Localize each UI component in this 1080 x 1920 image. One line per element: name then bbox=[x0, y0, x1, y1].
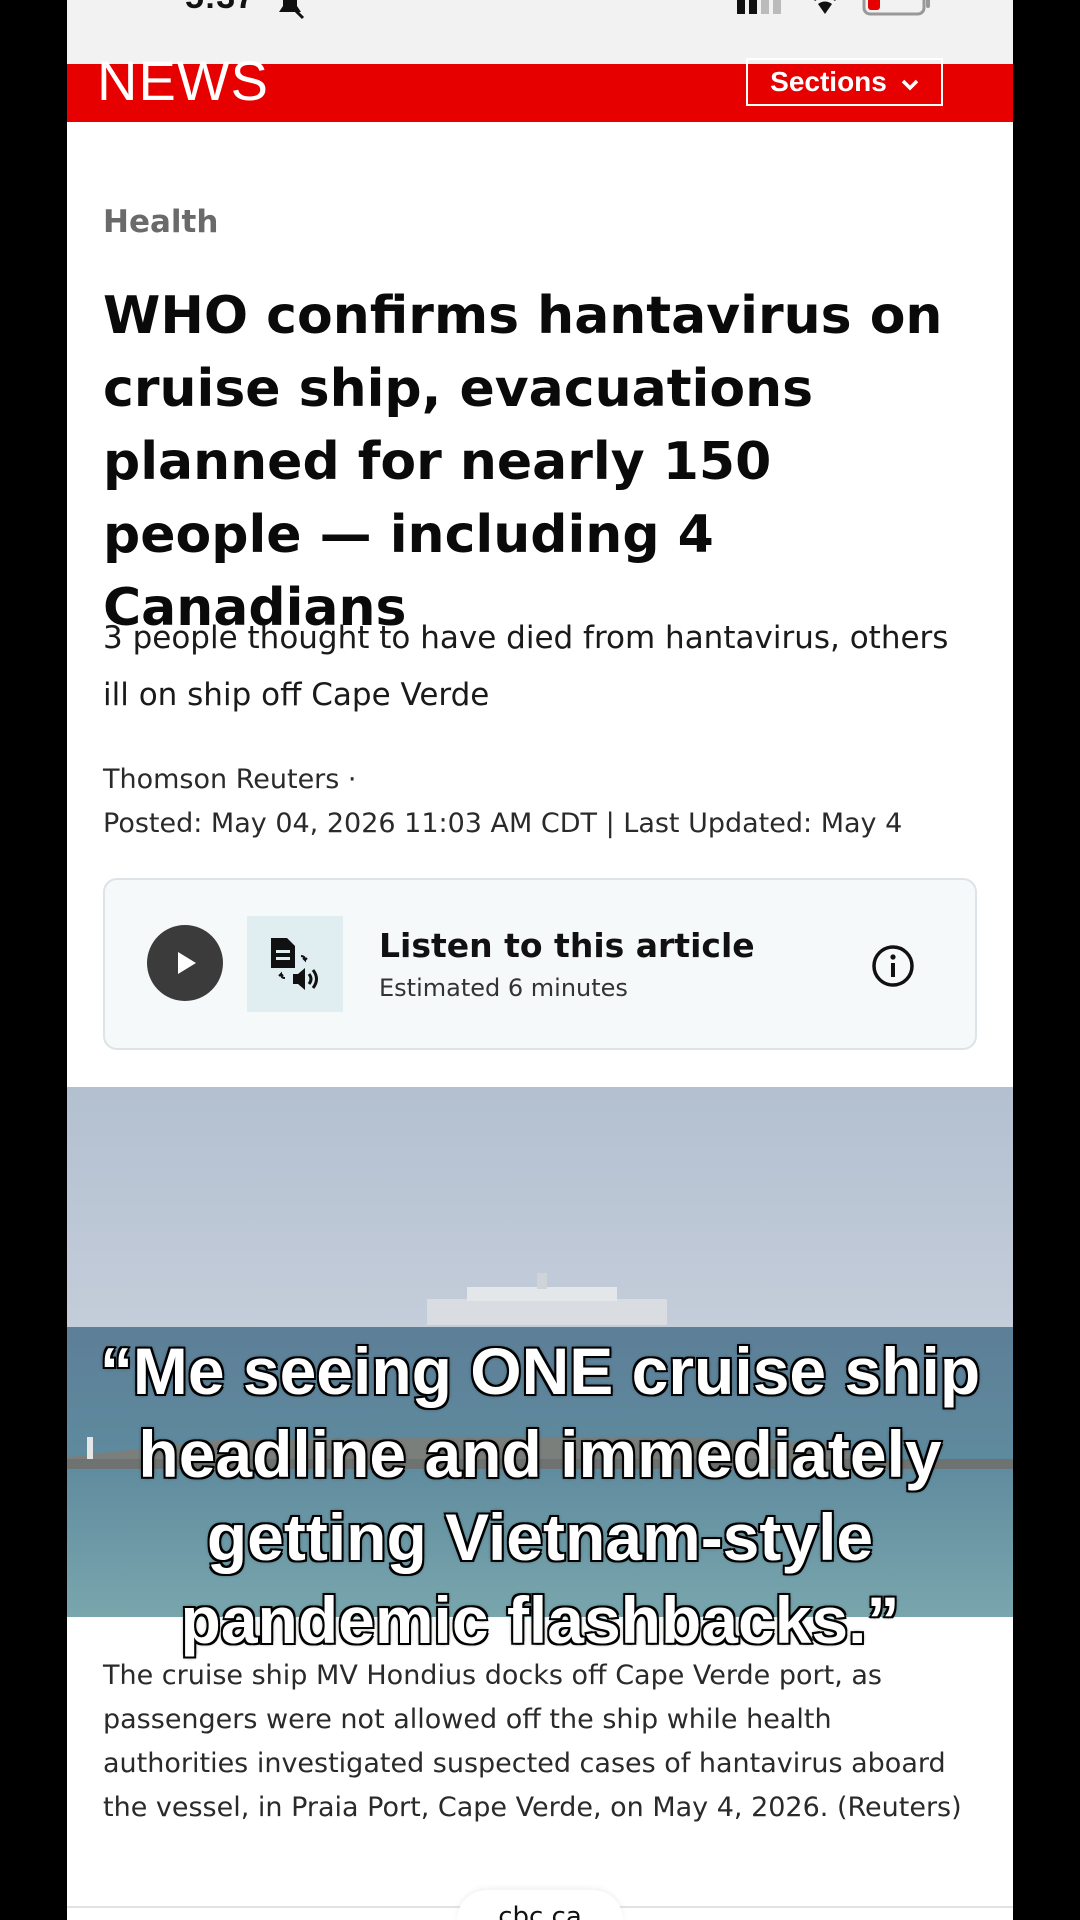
info-icon[interactable] bbox=[871, 944, 915, 992]
listen-duration: Estimated 6 minutes bbox=[379, 974, 628, 1002]
video-caption-overlay: “Me seeing ONE cruise ship headline and … bbox=[98, 1333, 981, 1659]
byline: Thomson Reuters · Posted: May 04, 2026 1… bbox=[103, 758, 983, 846]
listen-title: Listen to this article bbox=[379, 926, 755, 965]
article-deck: 3 people thought to have died from hanta… bbox=[103, 620, 949, 713]
signal-icon bbox=[737, 0, 787, 18]
play-button[interactable] bbox=[147, 925, 223, 1001]
text-to-speech-icon bbox=[247, 916, 343, 1012]
play-icon bbox=[178, 952, 196, 974]
browser-page: 5:37 NEWS Sections Health WHO confirms h… bbox=[67, 0, 1013, 1920]
sections-label: Sections bbox=[770, 66, 887, 97]
byline-source: Thomson Reuters · bbox=[103, 764, 357, 795]
article-headline: WHO confirms hantavirus on cruise ship, … bbox=[103, 286, 943, 638]
status-time: 5:37 bbox=[185, 0, 255, 17]
sections-menu-button[interactable]: Sections bbox=[746, 58, 943, 106]
site-header: NEWS Sections bbox=[67, 49, 1013, 122]
battery-icon bbox=[862, 0, 932, 20]
address-bar[interactable]: cbc.ca bbox=[457, 1890, 623, 1920]
silent-bell-icon bbox=[273, 0, 307, 24]
article-category-link[interactable]: Health bbox=[103, 204, 218, 240]
photo-caption: The cruise ship MV Hondius docks off Cap… bbox=[103, 1660, 962, 1823]
byline-dates: Posted: May 04, 2026 11:03 AM CDT | Last… bbox=[103, 808, 903, 839]
listen-to-article-card: Listen to this article Estimated 6 minut… bbox=[103, 878, 977, 1050]
wifi-icon bbox=[807, 0, 843, 20]
site-logo[interactable]: NEWS bbox=[97, 46, 269, 116]
chevron-down-icon bbox=[901, 66, 919, 98]
